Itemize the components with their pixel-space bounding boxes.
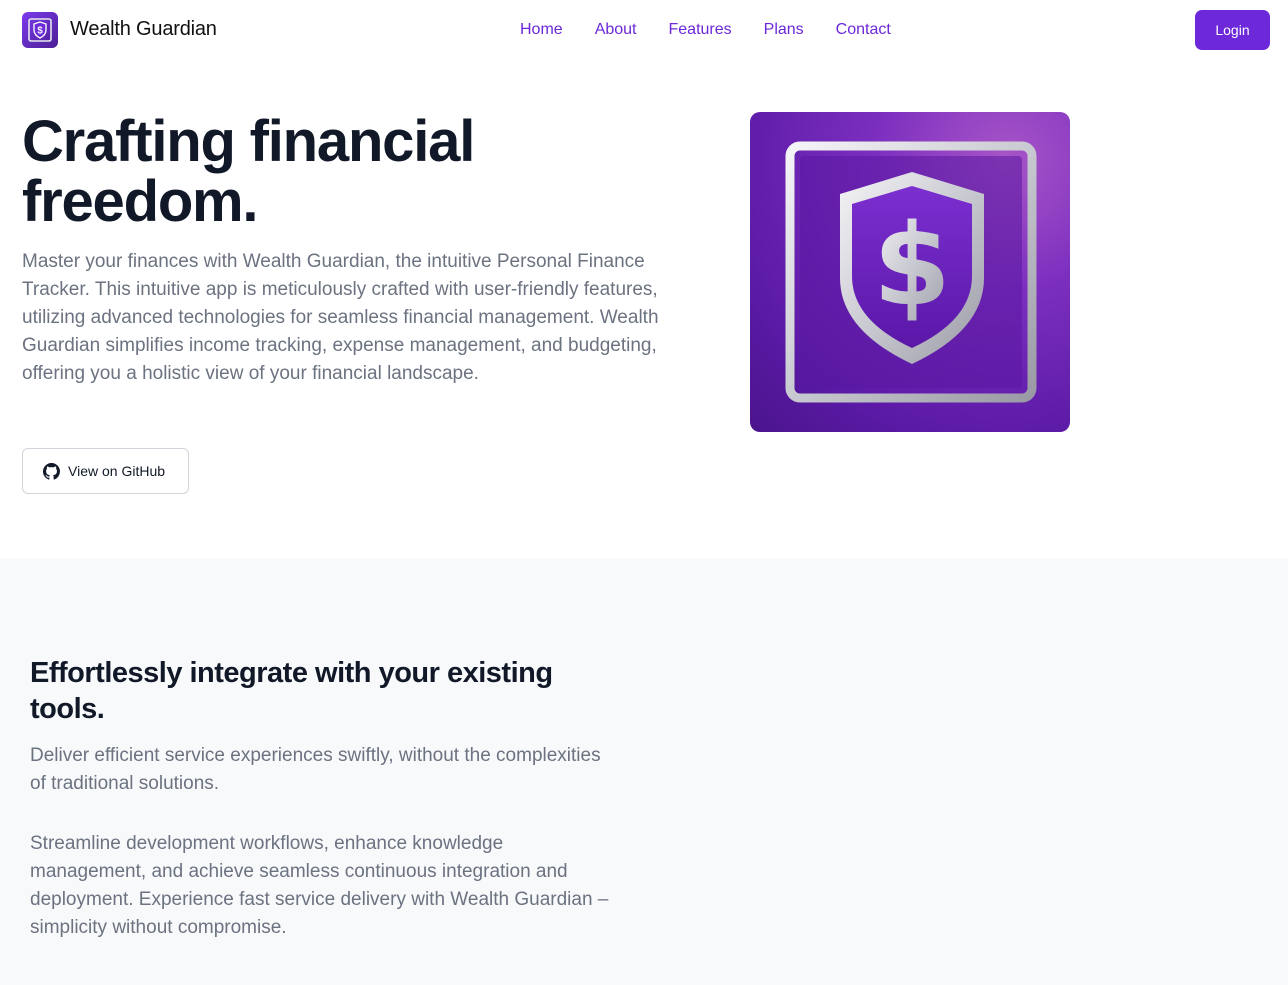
nav-about[interactable]: About: [595, 21, 637, 39]
github-button-label: View on GitHub: [68, 463, 166, 479]
svg-text:$: $: [37, 26, 43, 37]
main-nav: Home About Features Plans Contact: [520, 21, 891, 39]
login-button[interactable]: Login: [1195, 10, 1270, 50]
brand-name[interactable]: Wealth Guardian: [70, 18, 217, 41]
integration-title: Effortlessly integrate with your existin…: [30, 657, 553, 725]
integration-paragraph-2: Streamline development workflows, enhanc…: [30, 833, 609, 938]
integration-paragraph-1: Deliver efficient service experiences sw…: [30, 745, 601, 794]
hero-shield-image: $: [750, 112, 1070, 432]
shield-dollar-icon: $: [28, 18, 52, 42]
hero-description: Master your finances with Wealth Guardia…: [22, 251, 659, 384]
nav-home[interactable]: Home: [520, 21, 563, 39]
nav-plans[interactable]: Plans: [764, 21, 804, 39]
site-header: $ Wealth Guardian Home About Features Pl…: [0, 0, 1288, 62]
view-on-github-button[interactable]: View on GitHub: [22, 448, 189, 494]
logo[interactable]: $: [22, 12, 58, 48]
svg-text:$: $: [873, 201, 951, 331]
hero-title: Crafting financial freedom.: [22, 109, 475, 234]
shield-dollar-icon: $: [785, 141, 1037, 403]
nav-features[interactable]: Features: [669, 21, 732, 39]
nav-contact[interactable]: Contact: [836, 21, 891, 39]
github-icon: [43, 462, 60, 480]
